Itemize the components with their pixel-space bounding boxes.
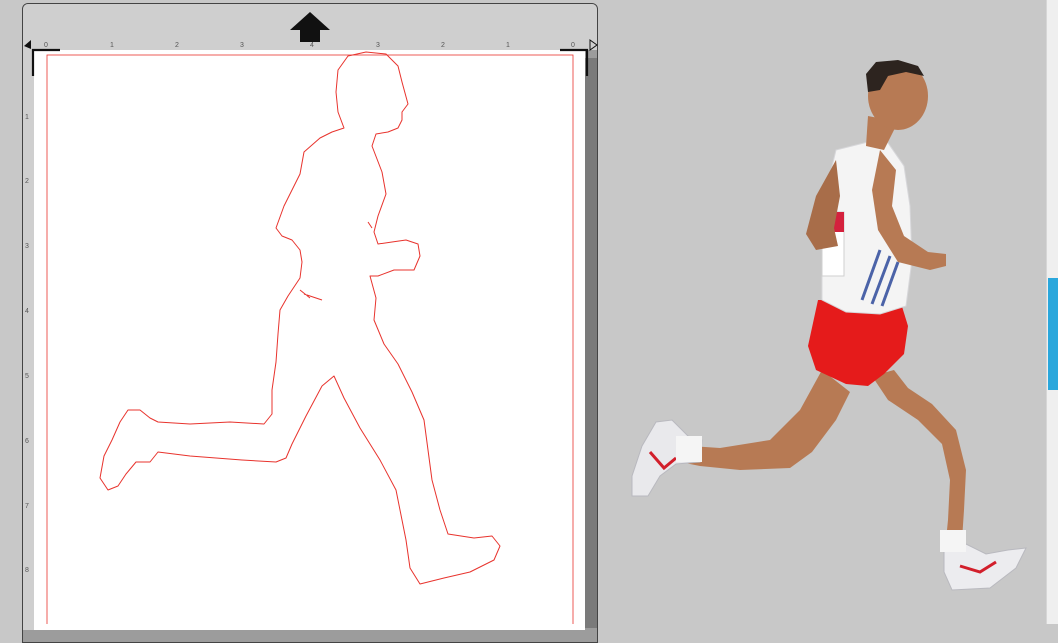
runner-back-leg [680,370,850,470]
side-panel-tab[interactable] [1048,278,1058,390]
canvas-overlay [24,12,1027,624]
triangle-left-icon[interactable] [24,40,31,49]
origin-bracket-left [31,48,60,76]
runner-front-leg [872,370,966,540]
runner-photo[interactable] [631,60,1027,591]
runner-front-sock [940,530,966,552]
side-panel-edge [1046,0,1058,624]
runner-cut-outline[interactable] [99,51,501,585]
origin-bracket-right [560,48,589,76]
up-arrow-icon[interactable] [290,12,330,42]
runner-back-arm [806,160,840,250]
runner-back-sock [676,436,702,462]
triangle-right-icon[interactable] [589,39,598,51]
